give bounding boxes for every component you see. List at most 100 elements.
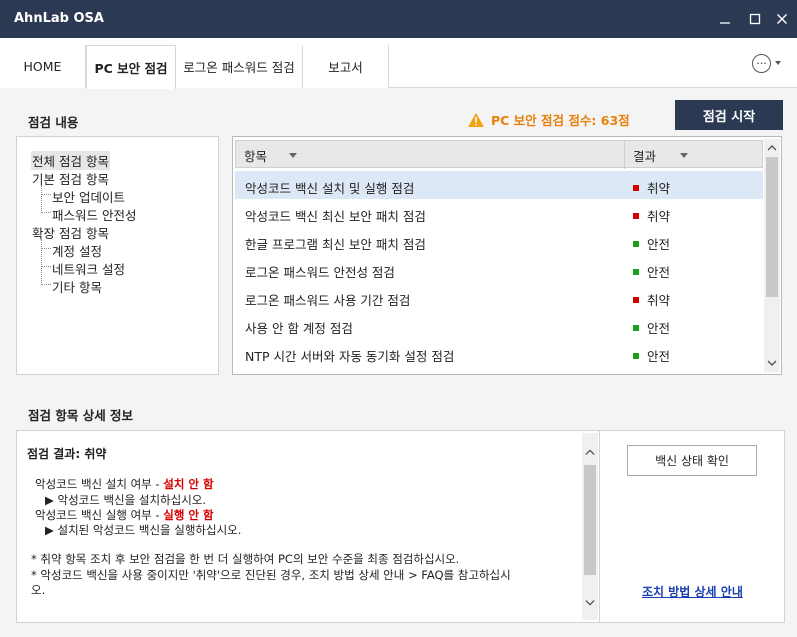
table-row[interactable]: 로그온 패스워드 안전성 점검 안전 (235, 255, 763, 283)
column-header-result[interactable]: 결과 (633, 141, 689, 169)
row-result-label: 취약 (647, 293, 671, 308)
scroll-down-arrow[interactable] (767, 358, 777, 368)
status-dot-icon (633, 268, 639, 275)
tab-logon-password-check[interactable]: 로그온 패스워드 점검 (176, 45, 303, 88)
detail-run-status: 악성코드 백신 실행 여부 - 실행 안 함 (35, 507, 214, 523)
more-icon: ··· (752, 53, 771, 73)
main-tab-bar: HOME PC 보안 점검 로그온 패스워드 점검 보고서 ··· (0, 38, 797, 89)
tree-item-extended[interactable]: 확장 점검 항목 (32, 223, 109, 242)
row-result-label: 안전 (647, 349, 671, 364)
security-score-text: PC 보안 점검 점수: 63점 (491, 113, 630, 128)
security-score: PC 보안 점검 점수: 63점 (467, 110, 630, 129)
start-check-button[interactable]: 점검 시작 (675, 100, 783, 130)
close-button[interactable] (771, 8, 793, 30)
chevron-up-icon (585, 449, 595, 455)
row-result-label: 안전 (647, 265, 671, 280)
check-category-tree: 전체 점검 항목 기본 점검 항목 보안 업데이트 패스워드 안전성 확장 점검… (16, 136, 219, 375)
row-result: 취약 (633, 290, 670, 309)
detail-result: 점검 결과: 취약 (27, 447, 107, 461)
tab-report[interactable]: 보고서 (303, 45, 389, 88)
row-item-name: 로그온 패스워드 안전성 점검 (245, 265, 395, 280)
detail-run-hint: ▶ 설치된 악성코드 백신을 실행하십시오. (45, 523, 242, 537)
tree-connector (42, 266, 51, 267)
tree-item-password-safety[interactable]: 패스워드 안전성 (52, 205, 136, 224)
row-result-label: 취약 (647, 181, 671, 196)
tree-connector (42, 212, 51, 213)
scroll-up-arrow[interactable] (585, 447, 595, 457)
minimize-button[interactable] (714, 8, 736, 30)
tree-connector (42, 248, 51, 249)
chevron-up-icon (767, 145, 777, 151)
tree-connector (41, 239, 42, 285)
table-row[interactable]: 로그온 패스워드 사용 기간 점검 취약 (235, 283, 763, 311)
row-item-name: 한글 프로그램 최신 보안 패치 점검 (245, 237, 426, 252)
table-row[interactable]: 사용 안 함 계정 점검 안전 (235, 311, 763, 339)
check-vaccine-status-button[interactable]: 백신 상태 확인 (627, 445, 757, 476)
warning-icon (468, 112, 484, 127)
check-results-table: 항목 결과 악성코드 백신 설치 및 실행 점검 취약 악성코드 백신 최신 보… (232, 136, 782, 375)
chevron-down-icon (585, 600, 595, 606)
column-header-item[interactable]: 항목 (244, 141, 298, 169)
chevron-down-icon (680, 152, 689, 158)
detail-install-status: 악성코드 백신 설치 여부 - 설치 안 함 (35, 476, 214, 492)
table-row[interactable]: 악성코드 백신 최신 보안 패치 점검 취약 (235, 199, 763, 227)
row-result: 취약 (633, 178, 670, 197)
action-panel: 백신 상태 확인 조치 방법 상세 안내 (600, 430, 785, 623)
table-row[interactable]: 한글 프로그램 최신 보안 패치 점검 안전 (235, 227, 763, 255)
minimize-icon (720, 22, 730, 24)
table-scroll-thumb[interactable] (766, 157, 778, 297)
detail-install-value: 설치 안 함 (163, 477, 214, 491)
tree-item-network-settings[interactable]: 네트워크 설정 (52, 259, 125, 278)
detail-panel: 점검 결과: 취약 악성코드 백신 설치 여부 - 설치 안 함 ▶ 악성코드 … (16, 430, 600, 623)
row-item-name: 로그온 패스워드 사용 기간 점검 (245, 293, 411, 308)
remedy-guide-link[interactable]: 조치 방법 상세 안내 (642, 583, 743, 600)
detail-section-title: 점검 항목 상세 정보 (28, 408, 134, 423)
row-result: 안전 (633, 346, 670, 365)
detail-note: * 취약 항목 조치 후 보안 점검을 한 번 더 실행하여 PC의 보안 수준… (31, 552, 460, 566)
status-dot-icon (633, 324, 639, 331)
detail-note: * 악성코드 백신을 사용 중이지만 '취약'으로 진단된 경우, 조치 방법 … (31, 568, 511, 582)
tree-connector (42, 194, 51, 195)
row-result: 안전 (633, 262, 670, 281)
status-dot-icon (633, 352, 639, 359)
tab-home[interactable]: HOME (0, 45, 86, 88)
row-item-name: 악성코드 백신 최신 보안 패치 점검 (245, 209, 426, 224)
maximize-button[interactable] (744, 8, 766, 30)
tree-item-basic[interactable]: 기본 점검 항목 (32, 169, 109, 188)
row-result-label: 취약 (647, 209, 671, 224)
detail-scroll-thumb[interactable] (584, 465, 596, 575)
title-bar: AhnLab OSA (0, 0, 797, 38)
tree-connector (41, 185, 42, 213)
row-item-name: 악성코드 백신 설치 및 실행 점검 (245, 181, 415, 196)
detail-run-label: 악성코드 백신 실행 여부 - (35, 508, 164, 522)
table-row[interactable]: 악성코드 백신 설치 및 실행 점검 취약 (235, 171, 763, 199)
status-dot-icon (633, 296, 639, 303)
more-menu-button[interactable]: ··· (752, 53, 786, 73)
detail-run-value: 실행 안 함 (163, 508, 214, 522)
tree-item-account-settings[interactable]: 계정 설정 (52, 241, 102, 260)
row-item-name: NTP 시간 서버와 자동 동기화 설정 점검 (245, 349, 455, 364)
table-header: 항목 결과 (235, 140, 763, 169)
detail-scrollbar[interactable] (582, 433, 598, 620)
row-result: 안전 (633, 234, 670, 253)
check-section-title: 점검 내용 (28, 115, 79, 130)
chevron-down-icon (775, 61, 781, 65)
row-result: 취약 (633, 206, 670, 225)
table-row[interactable]: NTP 시간 서버와 자동 동기화 설정 점검 안전 (235, 339, 763, 367)
tree-item-security-update[interactable]: 보안 업데이트 (52, 187, 125, 206)
scroll-down-arrow[interactable] (585, 598, 595, 608)
status-dot-icon (633, 240, 639, 247)
status-dot-icon (633, 212, 639, 219)
tree-item-other[interactable]: 기타 항목 (52, 277, 102, 296)
row-result-label: 안전 (647, 237, 671, 252)
detail-install-hint: ▶ 악성코드 백신을 설치하십시오. (45, 493, 207, 507)
tree-item-all[interactable]: 전체 점검 항목 (31, 151, 110, 170)
maximize-icon (749, 13, 761, 25)
chevron-down-icon (767, 360, 777, 366)
tab-pc-security-check[interactable]: PC 보안 점검 (86, 45, 176, 89)
chevron-down-icon (289, 152, 298, 158)
status-dot-icon (633, 184, 639, 191)
column-divider (624, 141, 625, 169)
scroll-up-arrow[interactable] (767, 143, 777, 153)
table-scrollbar[interactable] (764, 139, 780, 372)
